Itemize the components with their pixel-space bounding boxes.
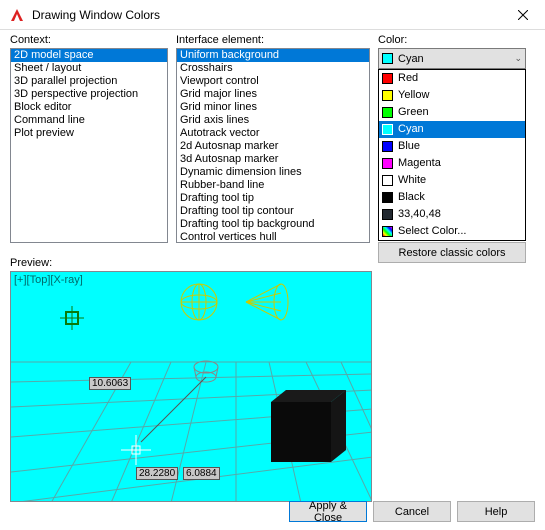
color-option[interactable]: Blue <box>379 138 525 155</box>
color-option[interactable]: Magenta <box>379 155 525 172</box>
color-swatch-icon <box>382 209 393 220</box>
context-item[interactable]: Plot preview <box>11 127 167 140</box>
color-swatch-icon <box>382 226 393 237</box>
context-item[interactable]: 3D perspective projection <box>11 88 167 101</box>
interface-item[interactable]: Grid axis lines <box>177 114 369 127</box>
interface-item[interactable]: Uniform background <box>177 49 369 62</box>
color-swatch-icon <box>382 192 393 203</box>
apply-close-button[interactable]: Apply & Close <box>289 501 367 522</box>
color-option-label: Red <box>398 71 418 86</box>
color-option[interactable]: Black <box>379 189 525 206</box>
color-option-label: Yellow <box>398 88 429 103</box>
color-option[interactable]: Cyan <box>379 121 525 138</box>
color-swatch-icon <box>382 90 393 101</box>
color-swatch-icon <box>382 158 393 169</box>
context-item[interactable]: Sheet / layout <box>11 62 167 75</box>
dimension-value-2: 28.2280 <box>136 467 178 480</box>
color-option[interactable]: Select Color... <box>379 223 525 240</box>
context-item[interactable]: 3D parallel projection <box>11 75 167 88</box>
interface-item[interactable]: Crosshairs <box>177 62 369 75</box>
color-swatch-icon <box>382 107 393 118</box>
color-option-label: Cyan <box>398 122 424 137</box>
interface-item[interactable]: Dynamic dimension lines <box>177 166 369 179</box>
context-item[interactable]: Command line <box>11 114 167 127</box>
close-button[interactable] <box>500 0 545 30</box>
color-option-label: Black <box>398 190 425 205</box>
color-option[interactable]: White <box>379 172 525 189</box>
color-option[interactable]: Green <box>379 104 525 121</box>
dimension-value-1: 10.6063 <box>89 377 131 390</box>
window-title: Drawing Window Colors <box>32 8 500 22</box>
interface-item[interactable]: Grid minor lines <box>177 101 369 114</box>
app-logo-icon <box>8 6 26 24</box>
color-swatch-icon <box>382 73 393 84</box>
help-button[interactable]: Help <box>457 501 535 522</box>
cancel-button[interactable]: Cancel <box>373 501 451 522</box>
color-swatch-icon <box>382 141 393 152</box>
interface-item[interactable]: 3d Autosnap marker <box>177 153 369 166</box>
color-option-label: Blue <box>398 139 420 154</box>
preview-viewport: [+][Top][X-ray] 10.6063 28.2280 6.0884 <box>10 271 372 502</box>
context-listbox[interactable]: 2D model spaceSheet / layout3D parallel … <box>10 48 168 243</box>
interface-item[interactable]: Rubber-band line <box>177 179 369 192</box>
color-option-label: White <box>398 173 426 188</box>
interface-item[interactable]: Viewport control <box>177 75 369 88</box>
interface-item[interactable]: Grid major lines <box>177 88 369 101</box>
current-color-swatch <box>382 53 393 64</box>
interface-item[interactable]: Drafting tool tip contour <box>177 205 369 218</box>
interface-listbox[interactable]: Uniform backgroundCrosshairsViewport con… <box>176 48 370 243</box>
viewport-control-label: [+][Top][X-ray] <box>14 274 83 286</box>
restore-classic-button[interactable]: Restore classic colors <box>378 242 526 263</box>
color-dropdown[interactable]: Cyan ⌄ RedYellowGreenCyanBlueMagentaWhit… <box>378 48 526 69</box>
color-option-label: 33,40,48 <box>398 207 441 222</box>
color-swatch-icon <box>382 175 393 186</box>
context-item[interactable]: Block editor <box>11 101 167 114</box>
interface-item[interactable]: Autotrack vector <box>177 127 369 140</box>
interface-item[interactable]: 2d Autosnap marker <box>177 140 369 153</box>
color-option-label: Magenta <box>398 156 441 171</box>
color-option[interactable]: Yellow <box>379 87 525 104</box>
color-option[interactable]: Red <box>379 70 525 87</box>
context-label: Context: <box>10 34 168 46</box>
current-color-name: Cyan <box>398 53 424 65</box>
color-swatch-icon <box>382 124 393 135</box>
color-label: Color: <box>378 34 526 46</box>
interface-label: Interface element: <box>176 34 370 46</box>
color-option-label: Select Color... <box>398 224 466 239</box>
color-option[interactable]: 33,40,48 <box>379 206 525 223</box>
color-option-label: Green <box>398 105 429 120</box>
dimension-value-3: 6.0884 <box>183 467 220 480</box>
chevron-down-icon: ⌄ <box>514 53 522 64</box>
color-dropdown-list[interactable]: Red Yellow Green Cyan Blue Magenta White Black 3… <box>378 69 526 241</box>
interface-item[interactable]: Control vertices hull <box>177 231 369 243</box>
interface-item[interactable]: Drafting tool tip <box>177 192 369 205</box>
context-item[interactable]: 2D model space <box>11 49 167 62</box>
interface-item[interactable]: Drafting tool tip background <box>177 218 369 231</box>
title-bar: Drawing Window Colors <box>0 0 545 30</box>
